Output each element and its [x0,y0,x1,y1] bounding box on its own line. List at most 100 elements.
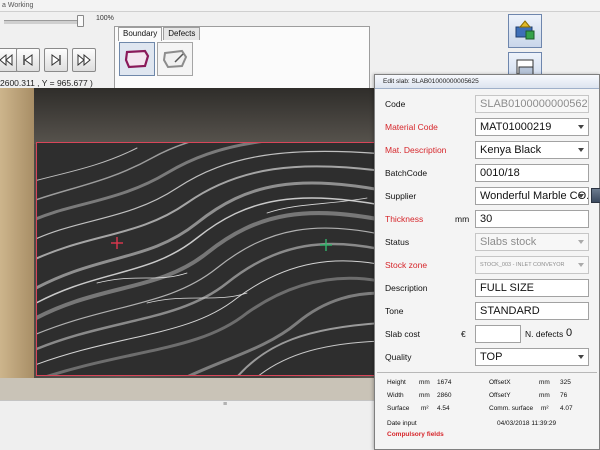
tone-input[interactable]: STANDARD [475,302,589,320]
defect-marker-green[interactable] [320,239,332,251]
date-input-label: Date input [387,420,417,427]
row-status: Status Slabs stock [375,232,600,254]
supplier-label: Supplier [385,191,417,201]
offset-x-unit: mm [539,379,550,386]
material-code-value: MAT01000219 [480,121,552,133]
zoom-level-label: 100% [96,15,114,22]
row-supplier: Supplier Wonderful Marble CO. [375,186,600,208]
edit-slab-dialog: Edit slab: SLAB01000000005625 Code SLAB0… [374,74,600,450]
material-code-label: Material Code [385,122,438,132]
chevron-down-icon [578,148,584,152]
background-pillar [0,88,34,400]
mat-description-select[interactable]: Kenya Black [475,141,589,159]
row-material-code: Material Code MAT01000219 [375,117,600,139]
boundary-shape-icon [124,49,150,69]
height-value: 1674 [437,379,452,386]
chevron-down-icon [578,125,584,129]
batch-code-input[interactable]: 0010/18 [475,164,589,182]
defect-shape-icon [162,49,188,69]
height-label: Height [387,379,406,386]
slab-cost-label: Slab cost [385,329,420,339]
height-unit: mm [419,379,430,386]
slab-image[interactable] [36,142,380,376]
row-code: Code SLAB01000000005625 [375,94,600,116]
status-label: Status [385,237,410,247]
move-slab-button[interactable] [508,14,542,48]
description-label: Description [385,283,428,293]
offset-x-value: 325 [560,379,571,386]
width-label: Width [387,392,404,399]
comm-surface-label: Comm. surface [489,405,534,412]
status-select: Slabs stock [475,233,589,251]
chevron-down-icon [578,240,584,244]
currency-unit: € [461,329,466,339]
last-icon [77,54,91,66]
marble-veins-image [37,143,379,375]
panel-tabs: Boundary Defects [118,27,201,41]
defect-marker-red[interactable] [111,237,123,249]
dialog-title: Edit slab: SLAB01000000005625 [375,75,599,89]
supplier-value: Wonderful Marble CO. [480,190,589,202]
offset-y-label: OffsetY [489,392,511,399]
surface-label: Surface [387,405,410,412]
window-title: a Working [0,0,600,12]
next-button[interactable] [44,48,68,72]
offset-y-unit: mm [539,392,550,399]
defect-shape-button[interactable] [157,42,193,76]
quality-label: Quality [385,352,412,362]
tab-defects[interactable]: Defects [163,27,201,40]
supplier-lookup-icon[interactable] [591,188,600,203]
divider [377,372,597,373]
date-input-value: 04/03/2018 11:39:29 [497,420,557,427]
stock-zone-value: STOCK_003 - INLET CONVEYOR [480,262,565,268]
last-button[interactable] [72,48,96,72]
mat-description-value: Kenya Black [480,144,542,156]
row-mat-description: Mat. Description Kenya Black [375,140,600,162]
stock-zone-select: STOCK_003 - INLET CONVEYOR [475,256,589,274]
tone-label: Tone [385,306,404,316]
chevron-down-icon [578,194,584,198]
previous-icon [23,54,33,66]
offset-y-value: 76 [560,392,568,399]
tab-boundary[interactable]: Boundary [118,27,163,41]
comm-surface-value: 4.07 [560,405,573,412]
compulsory-fields-note: Compulsory fields [387,431,444,438]
code-label: Code [385,99,406,109]
row-quality: Quality TOP [375,347,600,369]
move-slab-icon [515,20,535,40]
cursor-coordinates: 2600.311 , Y = 965.677 ) [0,78,93,88]
zoom-slider-thumb[interactable] [77,15,84,27]
splitter-grip-icon[interactable]: ≡ [223,401,227,408]
zoom-slider-track[interactable] [4,20,80,24]
row-description: Description FULL SIZE [375,278,600,300]
comm-surface-unit: m² [541,405,549,412]
batch-code-label: BatchCode [385,168,428,178]
slab-cost-input[interactable] [475,325,521,343]
chevron-down-icon [578,355,584,359]
surface-unit: m² [421,405,429,412]
previous-button[interactable] [16,48,40,72]
n-defects-value: 0 [566,327,573,339]
row-stock-zone: Stock zone STOCK_003 - INLET CONVEYOR [375,255,600,277]
width-value: 2860 [437,392,452,399]
surface-value: 4.54 [437,405,450,412]
next-icon [51,54,61,66]
description-input[interactable]: FULL SIZE [475,279,589,297]
quality-value: TOP [480,351,503,363]
thickness-unit: mm [455,214,470,224]
offset-x-label: OffsetX [489,379,511,386]
stock-zone-label: Stock zone [385,260,428,270]
n-defects-label: N. defects [525,329,564,339]
code-field: SLAB01000000005625 [475,95,589,113]
boundary-shape-button[interactable] [119,42,155,76]
row-tone: Tone STANDARD [375,301,600,323]
status-value: Slabs stock [480,236,537,248]
supplier-select[interactable]: Wonderful Marble CO. [475,187,589,205]
quality-select[interactable]: TOP [475,348,589,366]
row-slab-cost: Slab cost € N. defects 0 [375,324,600,346]
first-icon [0,54,13,66]
width-unit: mm [419,392,430,399]
thickness-input[interactable]: 30 [475,210,589,228]
chevron-down-icon [578,263,584,267]
material-code-select[interactable]: MAT01000219 [475,118,589,136]
